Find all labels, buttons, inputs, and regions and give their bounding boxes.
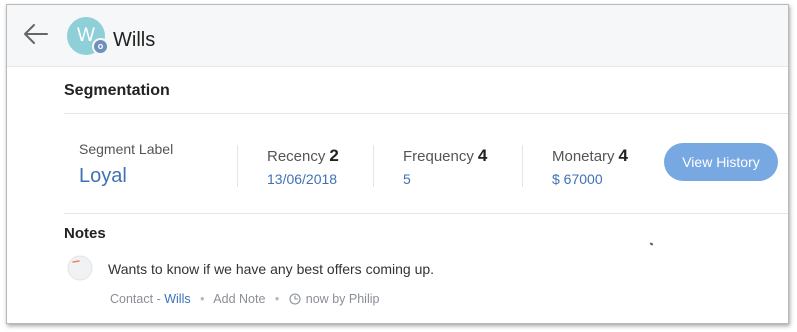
note-by: by xyxy=(332,292,346,306)
arrow-left-icon xyxy=(24,24,48,44)
recency-score: 2 xyxy=(329,146,339,165)
note-avatar-icon xyxy=(67,255,93,281)
clock-icon xyxy=(289,293,301,305)
header-bar: W o Wills xyxy=(7,5,788,67)
note-module-separator: - xyxy=(156,292,161,306)
monetary-score: 4 xyxy=(618,146,628,165)
frequency-label: Frequency xyxy=(403,148,474,165)
note-meta: Contact - Wills • Add Note • now by Phil… xyxy=(110,292,379,306)
frequency-value: 5 xyxy=(403,171,411,187)
recency-title: Recency 2 xyxy=(267,146,339,166)
monetary-title: Monetary 4 xyxy=(552,146,628,166)
view-history-button[interactable]: View History xyxy=(664,143,778,181)
note-module: Contact xyxy=(110,292,154,306)
segment-label-value: Loyal xyxy=(79,165,127,187)
add-note-link[interactable]: Add Note xyxy=(213,292,265,306)
monetary-value: $ 67000 xyxy=(552,171,603,187)
separator xyxy=(373,145,374,187)
separator xyxy=(522,145,523,187)
frequency-title: Frequency 4 xyxy=(403,146,487,166)
back-button[interactable] xyxy=(21,21,51,47)
notes-title: Notes xyxy=(64,225,106,242)
segment-label-title: Segment Label xyxy=(79,141,174,157)
separator xyxy=(237,145,238,187)
note-record-link[interactable]: Wills xyxy=(164,292,190,306)
dot-separator: • xyxy=(274,292,280,306)
monetary-label: Monetary xyxy=(552,148,615,165)
note-text: Wants to know if we have any best offers… xyxy=(108,261,435,277)
segmentation-title: Segmentation xyxy=(64,82,170,99)
speck xyxy=(649,242,654,246)
segmentation-divider-top xyxy=(64,113,788,114)
recency-label: Recency xyxy=(267,148,326,165)
dot-separator: • xyxy=(200,292,205,306)
note-time: now xyxy=(305,292,329,306)
contact-name: Wills xyxy=(113,29,156,51)
avatar-status-badge: o xyxy=(92,38,109,55)
note-author: Philip xyxy=(348,292,380,306)
frequency-score: 4 xyxy=(477,146,488,165)
segmentation-divider-bottom xyxy=(64,213,788,214)
contact-detail-panel: W o Wills Segmentation Segment Label Loy… xyxy=(6,4,789,324)
recency-value: 13/06/2018 xyxy=(267,171,338,187)
